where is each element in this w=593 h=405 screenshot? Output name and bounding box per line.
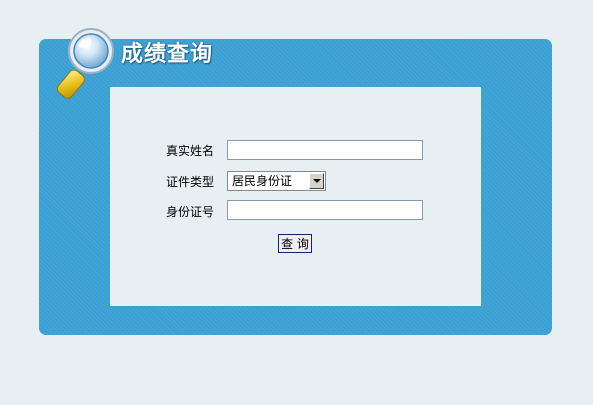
id-type-select[interactable]: 居民身份证 — [227, 171, 326, 191]
page-title: 成绩查询 — [121, 42, 214, 67]
chevron-down-icon[interactable] — [309, 173, 324, 189]
real-name-label: 真实姓名 — [165, 144, 214, 158]
id-number-label: 身份证号 — [165, 205, 214, 219]
id-number-input[interactable] — [227, 200, 423, 220]
form-area: 真实姓名 证件类型 居民身份证 身份证号 — [110, 87, 481, 306]
query-button[interactable]: 查 询 — [278, 234, 312, 253]
magnifier-icon — [52, 26, 118, 102]
real-name-input[interactable] — [227, 140, 423, 160]
id-type-selected-value: 居民身份证 — [232, 174, 293, 188]
id-type-label: 证件类型 — [165, 175, 214, 189]
